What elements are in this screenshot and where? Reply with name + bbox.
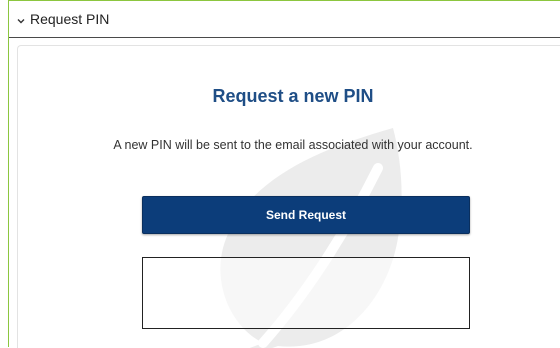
response-box (142, 257, 470, 329)
send-request-button[interactable]: Send Request (142, 196, 470, 234)
section-header-label: Request PIN (30, 11, 110, 27)
section-toggle-request-pin[interactable]: Request PIN (9, 1, 560, 38)
request-pin-section: Request PIN Request a new PIN A new PIN … (8, 0, 560, 348)
page-title: Request a new PIN (212, 86, 374, 106)
pin-description: A new PIN will be sent to the email asso… (113, 138, 473, 152)
chevron-down-icon (16, 13, 26, 24)
request-pin-panel: Request a new PIN A new PIN will be sent… (17, 45, 560, 348)
